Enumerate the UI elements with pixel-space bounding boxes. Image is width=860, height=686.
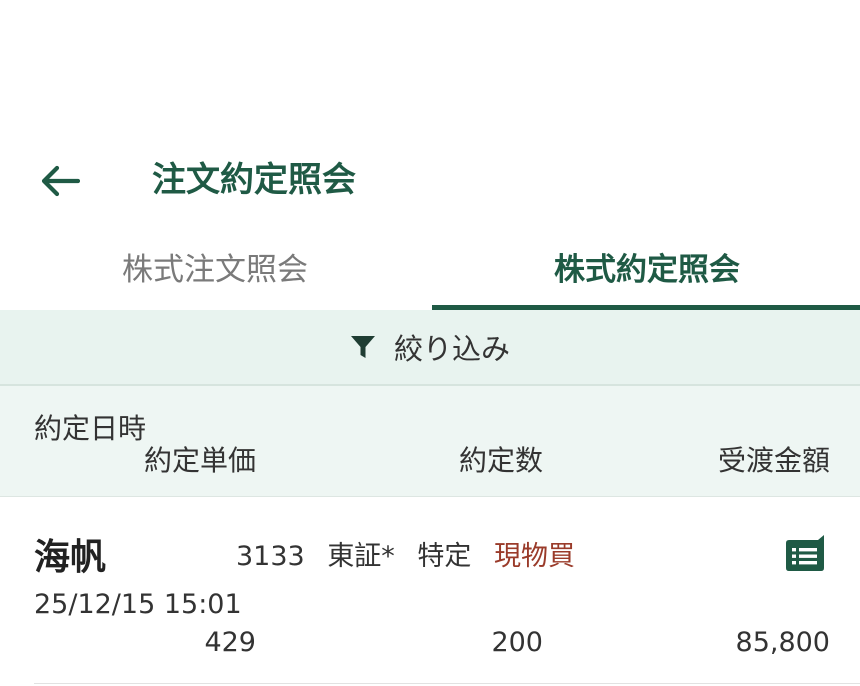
filter-button[interactable]: 絞り込み — [0, 310, 860, 384]
column-header: 約定日時 約定単価 約定数 受渡金額 — [0, 386, 860, 496]
account-type: 特定 — [417, 541, 472, 572]
execution-unit-price: 429 — [204, 627, 256, 658]
page-title: 注文約定照会 — [152, 160, 356, 200]
stock-code: 3133 — [236, 541, 305, 572]
column-unit-price: 約定単価 — [143, 444, 256, 477]
tab-label: 株式注文照会 — [122, 252, 308, 288]
funnel-icon — [350, 334, 376, 360]
back-button[interactable] — [34, 158, 86, 204]
filter-label: 絞り込み — [393, 332, 510, 366]
execution-row[interactable]: 海帆 3133 東証* 特定 現物買 25/12/15 15:01 429 20… — [0, 497, 860, 683]
column-amount: 受渡金額 — [717, 444, 830, 477]
execution-quantity: 200 — [491, 627, 543, 658]
market: 東証* — [327, 541, 395, 572]
stock-name: 海帆 — [34, 537, 107, 578]
app-header: 注文約定照会 — [0, 0, 860, 230]
tab-stock-orders[interactable]: 株式注文照会 — [0, 238, 430, 310]
execution-amount: 85,800 — [735, 627, 830, 658]
tab-label: 株式約定照会 — [554, 252, 740, 288]
execution-datetime: 25/12/15 15:01 — [34, 589, 242, 620]
tab-bar: 株式注文照会 株式約定照会 — [0, 238, 860, 310]
column-quantity: 約定数 — [458, 444, 543, 477]
detail-list-icon[interactable] — [782, 535, 828, 575]
divider — [34, 683, 860, 684]
column-datetime: 約定日時 — [34, 412, 147, 445]
stock-meta: 3133 東証* 特定 現物買 — [236, 539, 589, 575]
trade-side: 現物買 — [494, 541, 575, 572]
tab-stock-executions[interactable]: 株式約定照会 — [432, 238, 860, 310]
arrow-left-icon — [41, 165, 80, 197]
